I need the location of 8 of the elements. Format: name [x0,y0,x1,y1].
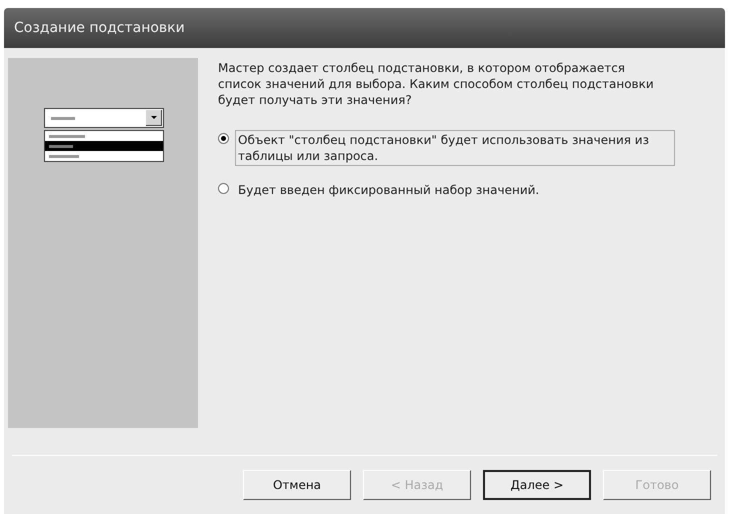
wizard-button[interactable]: Далее > [483,470,591,500]
radio-button[interactable] [218,183,229,194]
wizard-button[interactable]: Отмена [243,470,351,500]
window-title: Создание подстановки [14,18,185,38]
option-label: Будет введен фиксированный набор значений. [237,182,540,199]
radio-button[interactable] [218,133,229,144]
description-text: Мастер создает столбец подстановки, в котором отображается список значений для выбора. Каким способом столбец подстановки будет получать эти значения? [218,60,655,108]
radio-option[interactable]: Будет введен фиксированный набор значений. [218,180,711,200]
